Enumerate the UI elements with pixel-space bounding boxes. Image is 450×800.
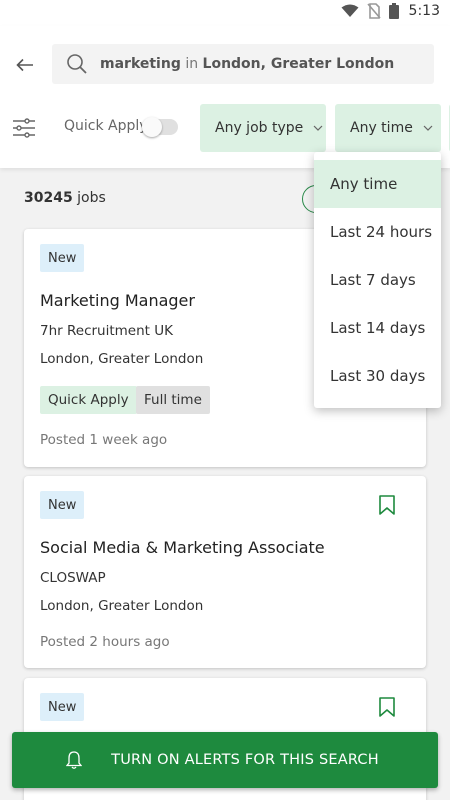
time-option-any[interactable]: Any time [314, 160, 441, 208]
filters-icon[interactable] [12, 118, 36, 138]
back-button[interactable] [10, 50, 40, 80]
new-badge: New [40, 693, 85, 721]
alert-button-label: TURN ON ALERTS FOR THIS SEARCH [111, 752, 379, 768]
search-icon [67, 54, 87, 74]
job-location: London, Greater London [40, 598, 204, 614]
search-header: marketing in London, Greater London Quic… [0, 26, 450, 168]
job-title[interactable]: Social Media & Marketing Associate [40, 538, 325, 557]
bell-icon [66, 751, 82, 769]
search-query: marketing in London, Greater London [100, 56, 394, 72]
chevron-down-icon [313, 125, 323, 131]
chevron-down-icon [423, 125, 433, 131]
time-option-24h[interactable]: Last 24 hours [314, 208, 441, 256]
no-sim-icon [366, 3, 381, 19]
search-location: London, Greater London [202, 56, 395, 72]
search-connector: in [185, 56, 199, 72]
new-badge: New [40, 491, 85, 519]
time-option-14d[interactable]: Last 14 days [314, 304, 441, 352]
posted-date: Posted 1 week ago [40, 432, 168, 448]
bookmark-icon[interactable] [378, 697, 396, 717]
time-option-7d[interactable]: Last 7 days [314, 256, 441, 304]
new-badge: New [40, 244, 85, 272]
results-count-suffix: jobs [77, 190, 106, 206]
battery-icon [388, 3, 399, 19]
job-company: 7hr Recruitment UK [40, 323, 173, 339]
turn-on-alerts-button[interactable]: TURN ON ALERTS FOR THIS SEARCH [12, 732, 438, 788]
quick-apply-tag: Quick Apply [40, 386, 137, 414]
wifi-icon [341, 4, 359, 17]
time-filter-label: Any time [350, 120, 413, 136]
status-time: 5:13 [408, 3, 440, 19]
time-option-30d[interactable]: Last 30 days [314, 352, 441, 400]
status-icons: 5:13 [341, 3, 440, 19]
results-count: 30245 jobs [24, 190, 106, 206]
search-keyword: marketing [100, 56, 181, 72]
time-filter[interactable]: Any time [335, 104, 441, 152]
bookmark-icon[interactable] [378, 495, 396, 515]
search-field[interactable]: marketing in London, Greater London [52, 44, 434, 84]
job-location: London, Greater London [40, 351, 204, 367]
job-company: CLOSWAP [40, 570, 106, 586]
back-arrow-icon [16, 58, 33, 72]
posted-date: Posted 2 hours ago [40, 634, 170, 650]
job-card[interactable]: New Social Media & Marketing Associate C… [24, 476, 426, 668]
filter-row: Quick Apply Any job type Any time [0, 104, 450, 152]
quick-apply-toggle[interactable] [142, 117, 178, 137]
status-bar: 5:13 [0, 0, 450, 26]
time-filter-menu: Any time Last 24 hours Last 7 days Last … [314, 152, 441, 408]
job-type-filter[interactable]: Any job type [200, 104, 326, 152]
job-type-tag: Full time [136, 386, 210, 414]
toggle-knob [142, 117, 162, 137]
job-title[interactable]: Marketing Manager [40, 291, 195, 310]
results-count-number: 30245 [24, 190, 73, 206]
quick-apply-label: Quick Apply [64, 118, 148, 134]
job-type-filter-label: Any job type [215, 120, 304, 136]
